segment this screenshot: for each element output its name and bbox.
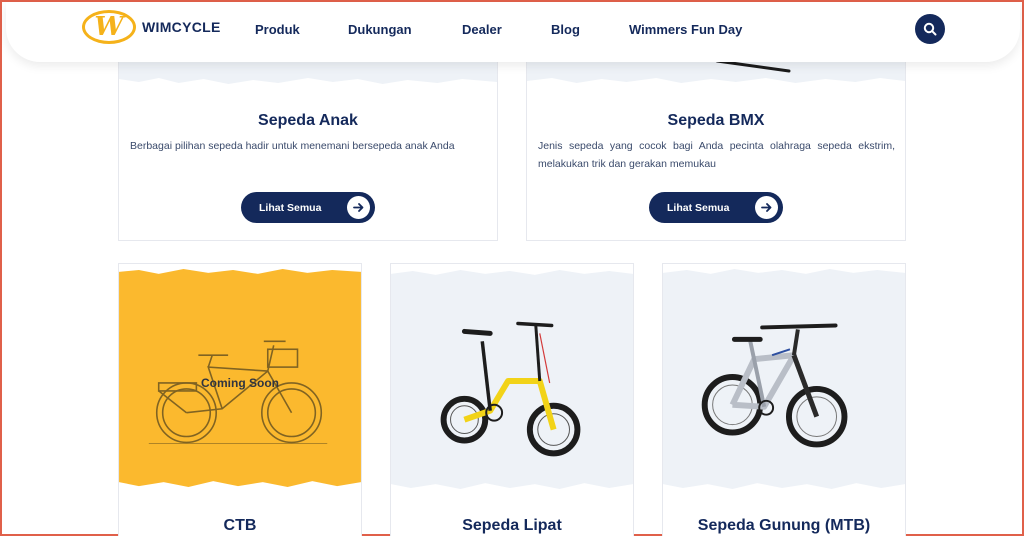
torn-edge-decoration xyxy=(527,78,905,89)
category-card-sepeda-lipat: Sepeda Lipat xyxy=(390,263,634,536)
logo[interactable]: W WIMCYCLE xyxy=(82,10,221,44)
logo-mark-icon: W xyxy=(82,10,136,44)
arrow-right-icon xyxy=(755,196,778,219)
lihat-semua-button[interactable]: Lihat Semua xyxy=(241,192,375,223)
card-title[interactable]: Sepeda Anak xyxy=(119,112,497,130)
nav-item-dealer[interactable]: Dealer xyxy=(462,22,502,37)
logo-text: WIMCYCLE xyxy=(142,19,221,35)
card-title[interactable]: Sepeda Gunung (MTB) xyxy=(663,517,905,535)
nav-item-blog[interactable]: Blog xyxy=(551,22,580,37)
nav-item-dukungan[interactable]: Dukungan xyxy=(348,22,412,37)
mountain-bike-image[interactable] xyxy=(663,264,905,494)
arrow-right-icon xyxy=(347,196,370,219)
search-icon xyxy=(923,22,937,36)
nav-item-produk[interactable]: Produk xyxy=(255,22,300,37)
lihat-semua-button[interactable]: Lihat Semua xyxy=(649,192,783,223)
site-header: W WIMCYCLE Produk Dukungan Dealer Blog W… xyxy=(6,2,1020,62)
folding-bike-image[interactable] xyxy=(391,264,633,494)
coming-soon-label: Coming Soon xyxy=(201,376,279,390)
torn-edge-decoration xyxy=(119,78,497,89)
card-description: Jenis sepeda yang cocok bagi Anda pecint… xyxy=(538,140,895,170)
search-button[interactable] xyxy=(915,14,945,44)
card-title[interactable]: Sepeda BMX xyxy=(527,112,905,130)
card-title[interactable]: Sepeda Lipat xyxy=(391,517,633,535)
category-card-sepeda-gunung: Sepeda Gunung (MTB) xyxy=(662,263,906,536)
card-description: Berbagai pilihan sepeda hadir untuk mene… xyxy=(130,140,455,152)
nav-item-wimmers-fun-day[interactable]: Wimmers Fun Day xyxy=(629,22,742,37)
card-title[interactable]: CTB xyxy=(119,517,361,535)
category-card-ctb: Coming Soon CTB xyxy=(118,263,362,536)
